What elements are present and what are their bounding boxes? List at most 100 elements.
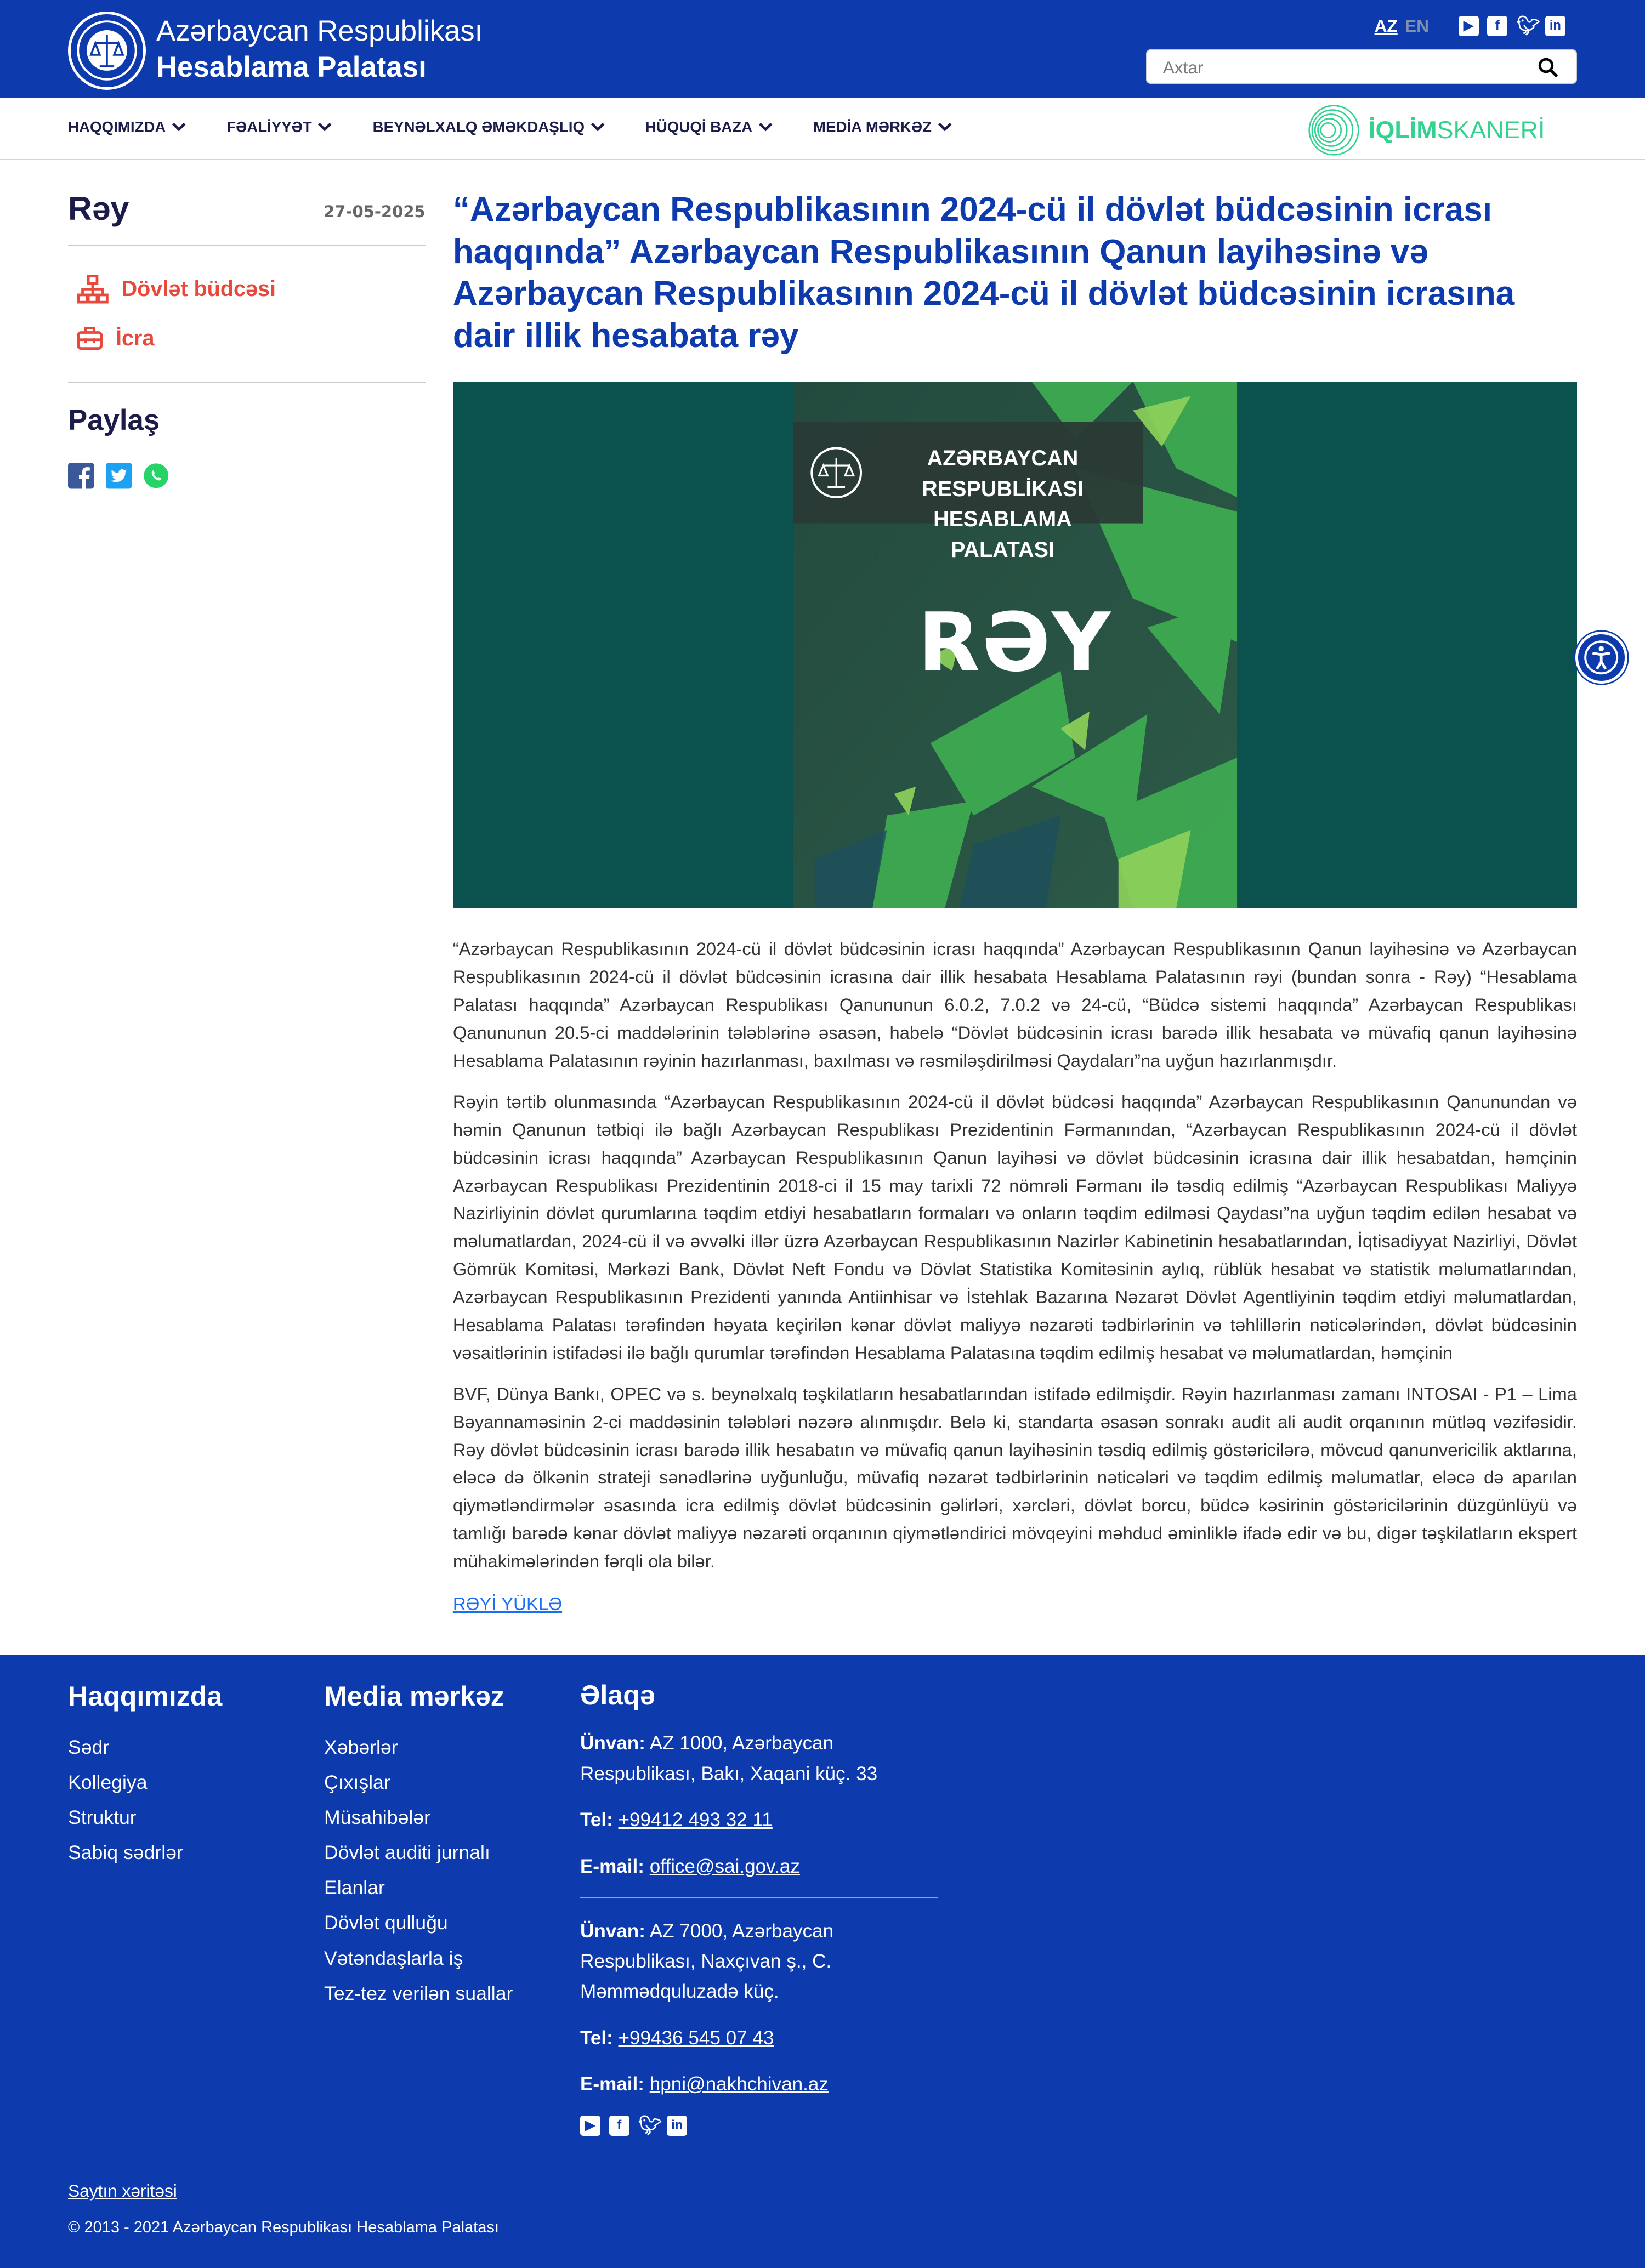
category-dovlet-budcesi[interactable]: Dövlət büdcəsi [77, 265, 426, 314]
footer-link[interactable]: Sabiq sədrlər [68, 1835, 222, 1870]
chevron-down-icon [591, 123, 604, 132]
paragraph: “Azərbaycan Respublikasının 2024-cü il d… [452, 939, 1577, 1071]
linkedin-icon[interactable]: in [667, 2115, 688, 2136]
publish-date: 27-05-2025 [324, 202, 426, 221]
youtube-icon[interactable]: ▶ [580, 2115, 600, 2136]
tel-label: Tel: [580, 2027, 613, 2049]
article-cover-image: AZƏRBAYCAN RESPUBLİKASI HESABLAMA PALATA… [452, 381, 1577, 908]
footer-link[interactable]: Müsahibələr [324, 1800, 513, 1835]
toolbox-icon [77, 327, 103, 350]
facebook-icon[interactable] [68, 463, 94, 489]
email-nakhchivan: E-mail: hpni@nakhchivan.az [580, 2069, 938, 2099]
nav-fealiyyet[interactable]: FƏALİYYƏT [226, 118, 332, 136]
tel-baku: Tel: +99412 493 32 11 [580, 1805, 938, 1835]
facebook-icon[interactable]: f [1487, 16, 1508, 36]
nav-label: MEDİA MƏRKƏZ [813, 118, 932, 136]
site-title-line2: Hesablama Palatası [156, 50, 427, 83]
iqlim-bold: İQLİM [1369, 116, 1437, 144]
lang-az[interactable]: AZ [1375, 16, 1398, 36]
chevron-down-icon [938, 123, 951, 132]
chevron-down-icon [758, 123, 773, 132]
iqlim-rest: SKANERİ [1437, 116, 1545, 144]
footer-link[interactable]: Sədr [68, 1730, 222, 1765]
tel-label: Tel: [580, 1809, 613, 1831]
site-title-line1: Azərbaycan Respublikası [156, 14, 483, 47]
accessibility-button[interactable] [1575, 632, 1627, 684]
category-label: İcra [116, 326, 155, 350]
footer-heading: Əlaqə [580, 1680, 655, 1711]
iqlim-rings-icon [1308, 105, 1359, 156]
nav-label: FƏALİYYƏT [226, 118, 312, 136]
site-title[interactable]: Azərbaycan Respublikası Hesablama Palata… [156, 13, 483, 86]
youtube-icon[interactable]: ▶ [1458, 16, 1479, 36]
logo-emblem[interactable] [68, 12, 146, 90]
sitemap-icon [77, 275, 109, 304]
footer-heading: Media mərkəz [324, 1681, 504, 1712]
tel-link[interactable]: +99412 493 32 11 [619, 1809, 773, 1831]
cover-badge-text: AZƏRBAYCAN RESPUBLİKASI HESABLAMA PALATA… [881, 444, 1124, 565]
copyright: © 2013 - 2021 Azərbaycan Respublikası He… [68, 2218, 499, 2236]
cover-badge-line2: HESABLAMA PALATASI [933, 507, 1072, 562]
lang-en[interactable]: EN [1405, 16, 1429, 36]
footer-col-contact: Əlaqə Ünvan: AZ 1000, Azərbaycan Respubl… [580, 1680, 938, 2136]
download-opinion-link[interactable]: RƏYİ YÜKLƏ [453, 1594, 562, 1615]
footer-col-about: Haqqımızda Sədr Kollegiya Struktur Sabiq… [68, 1680, 222, 1870]
nav-media-merkez[interactable]: MEDİA MƏRKƏZ [813, 118, 952, 136]
paragraph: Rəyin tərtib olunmasında “Azərbaycan Res… [452, 1091, 1577, 1363]
twitter-icon[interactable]: 🐦︎ [1516, 16, 1540, 36]
twitter-icon[interactable]: 🐦︎ [638, 2115, 662, 2136]
article: “Azərbaycan Respublikasının 2024-cü il d… [452, 189, 1577, 1616]
email-label: E-mail: [580, 1855, 644, 1877]
divider [68, 245, 426, 246]
sitemap-link[interactable]: Saytın xəritəsi [68, 2181, 177, 2201]
cover-badge-line1: AZƏRBAYCAN RESPUBLİKASI [922, 446, 1084, 501]
accessibility-icon [1584, 640, 1619, 675]
footer-link[interactable]: Çıxışlar [324, 1765, 513, 1800]
site-footer: Haqqımızda Sədr Kollegiya Struktur Sabiq… [0, 1654, 1645, 2268]
footer-link[interactable]: Vətəndaşlarla iş [324, 1941, 513, 1976]
search-box [1145, 49, 1577, 84]
share-title: Paylaş [68, 403, 160, 436]
chevron-down-icon [172, 123, 186, 132]
whatsapp-icon[interactable] [143, 463, 169, 488]
tel-link[interactable]: +99436 545 07 43 [619, 2027, 774, 2049]
search-input[interactable] [1160, 56, 1528, 79]
email-baku: E-mail: office@sai.gov.az [580, 1851, 938, 1882]
category-icra[interactable]: İcra [77, 314, 426, 363]
search-icon[interactable] [1538, 58, 1558, 78]
nav-beynelxalq[interactable]: BEYNƏLXALQ ƏMƏKDAŞLIQ [373, 118, 605, 136]
site-header: Azərbaycan Respublikası Hesablama Palata… [0, 0, 1645, 99]
nav-label: HAQQIMIZDA [68, 118, 166, 136]
footer-link[interactable]: Kollegiya [68, 1765, 222, 1800]
share-buttons [68, 463, 426, 489]
footer-socials: ▶ f 🐦︎ in [580, 2115, 938, 2136]
sidebar: Rəy 27-05-2025 Dövlət büdcəsi İcra Payla… [68, 189, 426, 489]
email-label: E-mail: [580, 2073, 644, 2095]
footer-heading: Haqqımızda [68, 1681, 223, 1712]
facebook-icon[interactable]: f [609, 2115, 629, 2136]
footer-link[interactable]: Struktur [68, 1800, 222, 1835]
email-link[interactable]: office@sai.gov.az [650, 1856, 800, 1877]
language-switcher: AZ EN [1375, 16, 1429, 36]
page-content: Rəy 27-05-2025 Dövlət büdcəsi İcra Payla… [0, 160, 1645, 1655]
footer-link[interactable]: Xəbərlər [324, 1730, 513, 1765]
header-socials: ▶ f 🐦︎ in [1458, 16, 1565, 36]
twitter-icon[interactable] [105, 463, 132, 489]
email-link[interactable]: hpni@nakhchivan.az [650, 2073, 829, 2095]
iqlim-skaneri-logo[interactable]: İQLİMSKANERİ [1308, 104, 1545, 156]
nav-huquqi-baza[interactable]: HÜQUQİ BAZA [645, 118, 773, 136]
footer-link[interactable]: Dövlət qulluğu [324, 1905, 513, 1940]
article-body: “Azərbaycan Respublikasının 2024-cü il d… [453, 935, 1577, 1615]
footer-link[interactable]: Dövlət auditi jurnalı [324, 1835, 513, 1870]
divider [68, 382, 426, 383]
nav-label: BEYNƏLXALQ ƏMƏKDAŞLIQ [372, 118, 585, 136]
divider [580, 1897, 938, 1898]
footer-link[interactable]: Elanlar [324, 1870, 513, 1905]
nav-label: HÜQUQİ BAZA [645, 118, 753, 136]
linkedin-icon[interactable]: in [1545, 16, 1565, 36]
address-label: Ünvan: [580, 1920, 645, 1942]
footer-link[interactable]: Tez-tez verilən suallar [324, 1976, 513, 2011]
chevron-down-icon [318, 123, 332, 132]
nav-haqqimizda[interactable]: HAQQIMIZDA [68, 118, 186, 136]
paragraph: BVF, Dünya Bankı, OPEC və s. beynəlxalq … [452, 1383, 1577, 1572]
